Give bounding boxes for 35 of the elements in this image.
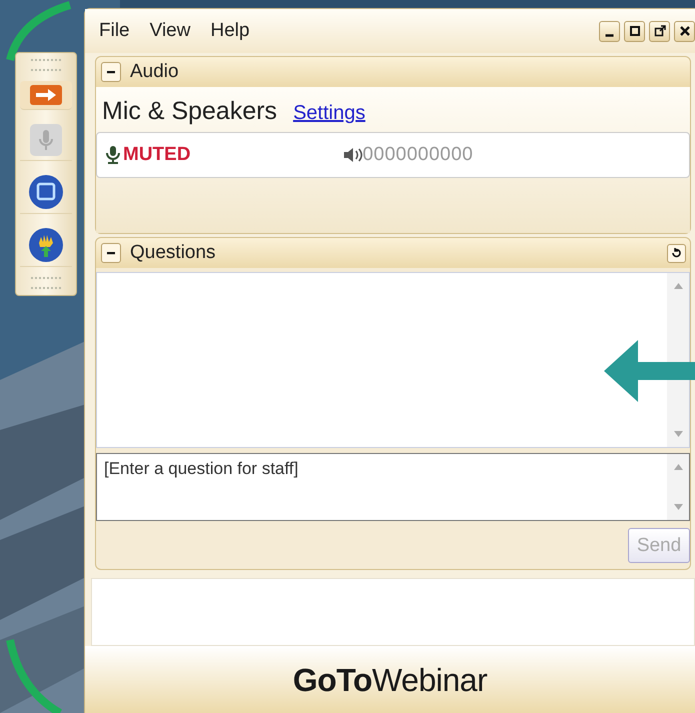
microphone-icon [105,145,121,165]
scroll-up-icon[interactable] [674,283,682,289]
audio-mode: Mic & Speakers [102,97,278,126]
scrollbar[interactable] [667,273,689,447]
scroll-down-icon[interactable] [674,431,682,437]
scroll-down-icon[interactable] [674,504,682,510]
menu-item[interactable]: View [150,20,190,42]
menu-item[interactable]: File [99,20,130,42]
microphone-icon [29,123,63,157]
panel-title: Audio [130,61,179,83]
scrollbar[interactable] [667,454,689,520]
close-icon [678,25,690,37]
raised-hand-icon [28,227,64,263]
speaker-level-meter: 0000000000 [362,144,474,166]
scroll-up-icon[interactable] [674,464,682,470]
collapse-button[interactable] [101,62,121,82]
close-button[interactable] [674,20,695,42]
grip-handle[interactable] [31,277,61,289]
panel-title: Questions [130,242,216,264]
mic-status: MUTED [123,144,191,166]
arrow-icon [604,340,695,402]
minimize-button[interactable] [599,20,620,42]
toolbar-button[interactable] [20,81,72,110]
settings-link[interactable]: Settings [293,102,366,125]
grip-handle[interactable] [31,59,61,71]
popout-button[interactable] [649,20,670,42]
speaker-icon [342,147,363,163]
logo: GoToWebinar [292,662,488,698]
collapse-button[interactable] [101,243,121,263]
minimize-icon [605,34,614,36]
maximize-button[interactable] [624,20,645,42]
maximize-icon [628,25,640,37]
popout-button[interactable] [667,244,686,262]
menu-item[interactable]: Help [210,20,250,42]
window-icon [28,174,64,210]
